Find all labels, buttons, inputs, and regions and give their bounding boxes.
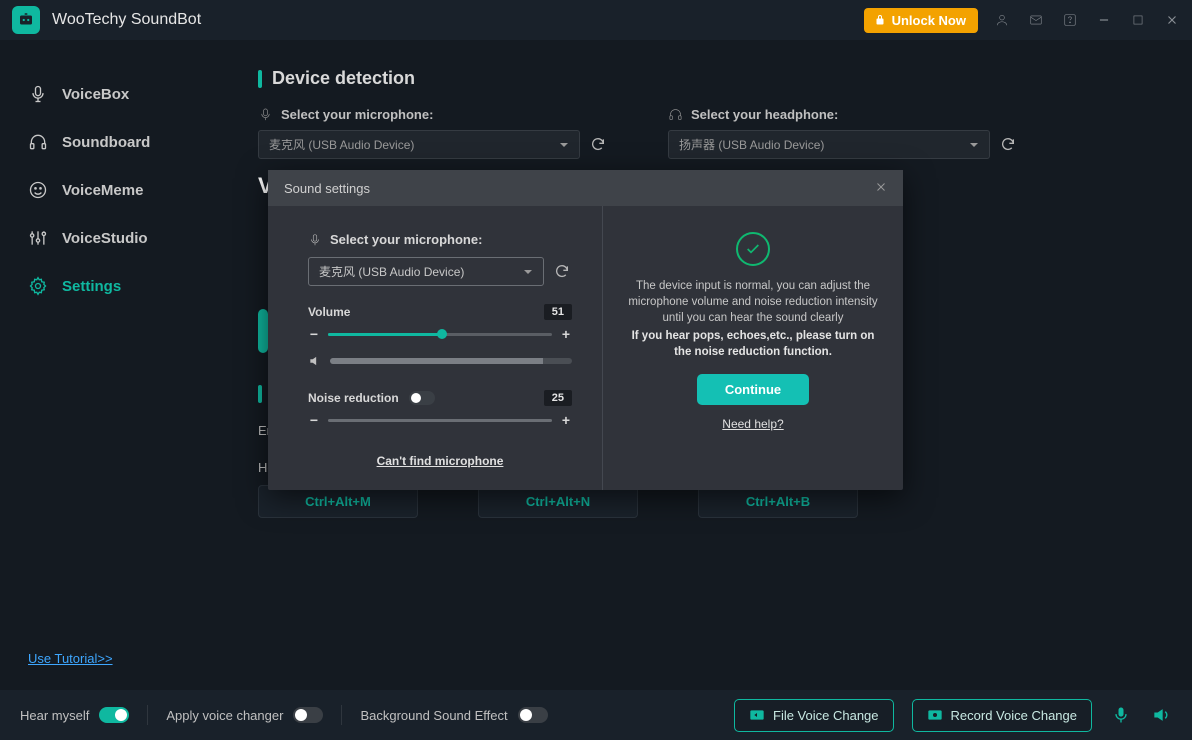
volume-meter <box>330 358 572 364</box>
need-help-link[interactable]: Need help? <box>722 417 783 431</box>
continue-button[interactable]: Continue <box>697 374 809 405</box>
microphone-icon <box>308 233 322 247</box>
volume-slider[interactable] <box>328 333 552 336</box>
headphones-icon <box>28 132 48 152</box>
smiley-icon <box>28 180 48 200</box>
nr-plus[interactable]: + <box>560 412 572 428</box>
hear-myself-toggle[interactable] <box>99 707 129 723</box>
nr-slider[interactable] <box>328 419 552 422</box>
partial-button <box>258 309 268 353</box>
modal-header: Sound settings <box>268 170 903 206</box>
use-tutorial-link[interactable]: Use Tutorial>> <box>28 651 113 666</box>
volume-value: 51 <box>544 304 572 320</box>
record-icon <box>927 708 943 722</box>
sidebar-item-soundboard[interactable]: Soundboard <box>0 118 218 166</box>
record-voice-change-button[interactable]: Record Voice Change <box>912 699 1092 732</box>
sidebar-item-label: VoiceMeme <box>62 182 143 199</box>
headphone-label: Select your headphone: <box>668 107 1018 122</box>
sidebar-item-label: Settings <box>62 278 121 295</box>
refresh-icon[interactable] <box>554 263 572 281</box>
microphone-icon <box>28 84 48 104</box>
sidebar-item-settings[interactable]: Settings <box>0 262 218 310</box>
modal-status-text: The device input is normal, you can adju… <box>627 278 879 326</box>
microphone-icon <box>258 107 273 122</box>
section-title-device: Device detection <box>258 68 1152 89</box>
file-icon <box>749 708 765 722</box>
sidebar-item-label: VoiceStudio <box>62 230 148 247</box>
apply-vc-label: Apply voice changer <box>166 708 283 723</box>
noise-reduction-toggle[interactable] <box>409 391 435 405</box>
mail-icon[interactable] <box>1028 12 1044 28</box>
help-icon[interactable] <box>1062 12 1078 28</box>
file-voice-change-button[interactable]: File Voice Change <box>734 699 894 732</box>
volume-plus[interactable]: + <box>560 326 572 342</box>
apply-vc-toggle[interactable] <box>293 707 323 723</box>
close-icon[interactable] <box>1164 12 1180 28</box>
cant-find-mic-link[interactable]: Can't find microphone <box>308 454 572 468</box>
modal-mic-label: Select your microphone: <box>308 232 572 247</box>
sliders-icon <box>28 228 48 248</box>
app-title: WooTechy SoundBot <box>52 11 201 29</box>
mic-status-icon[interactable] <box>1110 704 1132 726</box>
chevron-down-icon <box>523 267 533 277</box>
sidebar-item-voicestudio[interactable]: VoiceStudio <box>0 214 218 262</box>
modal-mic-value: 麦克风 (USB Audio Device) <box>319 263 464 280</box>
bg-effect-label: Background Sound Effect <box>360 708 507 723</box>
refresh-icon[interactable] <box>590 136 608 154</box>
volume-minus[interactable]: − <box>308 326 320 342</box>
headphone-select-value: 扬声器 (USB Audio Device) <box>679 136 824 153</box>
bottom-bar: Hear myself Apply voice changer Backgrou… <box>0 690 1192 740</box>
bg-effect-toggle[interactable] <box>518 707 548 723</box>
app-logo <box>12 6 40 34</box>
title-bar: WooTechy SoundBot Unlock Now <box>0 0 1192 40</box>
noise-reduction-value: 25 <box>544 390 572 406</box>
lock-icon <box>874 14 886 26</box>
speaker-icon <box>308 354 322 368</box>
gear-icon <box>28 276 48 296</box>
check-circle-icon <box>736 232 770 266</box>
headphones-icon <box>668 107 683 122</box>
unlock-label: Unlock Now <box>892 13 966 28</box>
chevron-down-icon <box>559 140 569 150</box>
unlock-button[interactable]: Unlock Now <box>864 8 978 33</box>
speaker-status-icon[interactable] <box>1150 704 1172 726</box>
mic-label: Select your microphone: <box>258 107 608 122</box>
headphone-select[interactable]: 扬声器 (USB Audio Device) <box>668 130 990 159</box>
modal-mic-select[interactable]: 麦克风 (USB Audio Device) <box>308 257 544 286</box>
hear-myself-label: Hear myself <box>20 708 89 723</box>
chevron-down-icon <box>969 140 979 150</box>
noise-reduction-label: Noise reduction <box>308 391 399 405</box>
sidebar-item-voicememe[interactable]: VoiceMeme <box>0 166 218 214</box>
minimize-icon[interactable] <box>1096 12 1112 28</box>
sidebar: VoiceBox Soundboard VoiceMeme VoiceStudi… <box>0 40 218 690</box>
modal-close-icon[interactable] <box>875 181 887 196</box>
sidebar-item-label: Soundboard <box>62 134 150 151</box>
sidebar-item-voicebox[interactable]: VoiceBox <box>0 70 218 118</box>
sidebar-item-label: VoiceBox <box>62 86 129 103</box>
mic-select-value: 麦克风 (USB Audio Device) <box>269 136 414 153</box>
maximize-icon[interactable] <box>1130 12 1146 28</box>
volume-label: Volume <box>308 305 350 319</box>
mic-select[interactable]: 麦克风 (USB Audio Device) <box>258 130 580 159</box>
sound-settings-modal: Sound settings Select your microphone: 麦… <box>268 170 903 490</box>
account-icon[interactable] <box>994 12 1010 28</box>
refresh-icon[interactable] <box>1000 136 1018 154</box>
modal-status-text-bold: If you hear pops, echoes,etc., please tu… <box>627 328 879 360</box>
modal-title: Sound settings <box>284 181 370 196</box>
nr-minus[interactable]: − <box>308 412 320 428</box>
